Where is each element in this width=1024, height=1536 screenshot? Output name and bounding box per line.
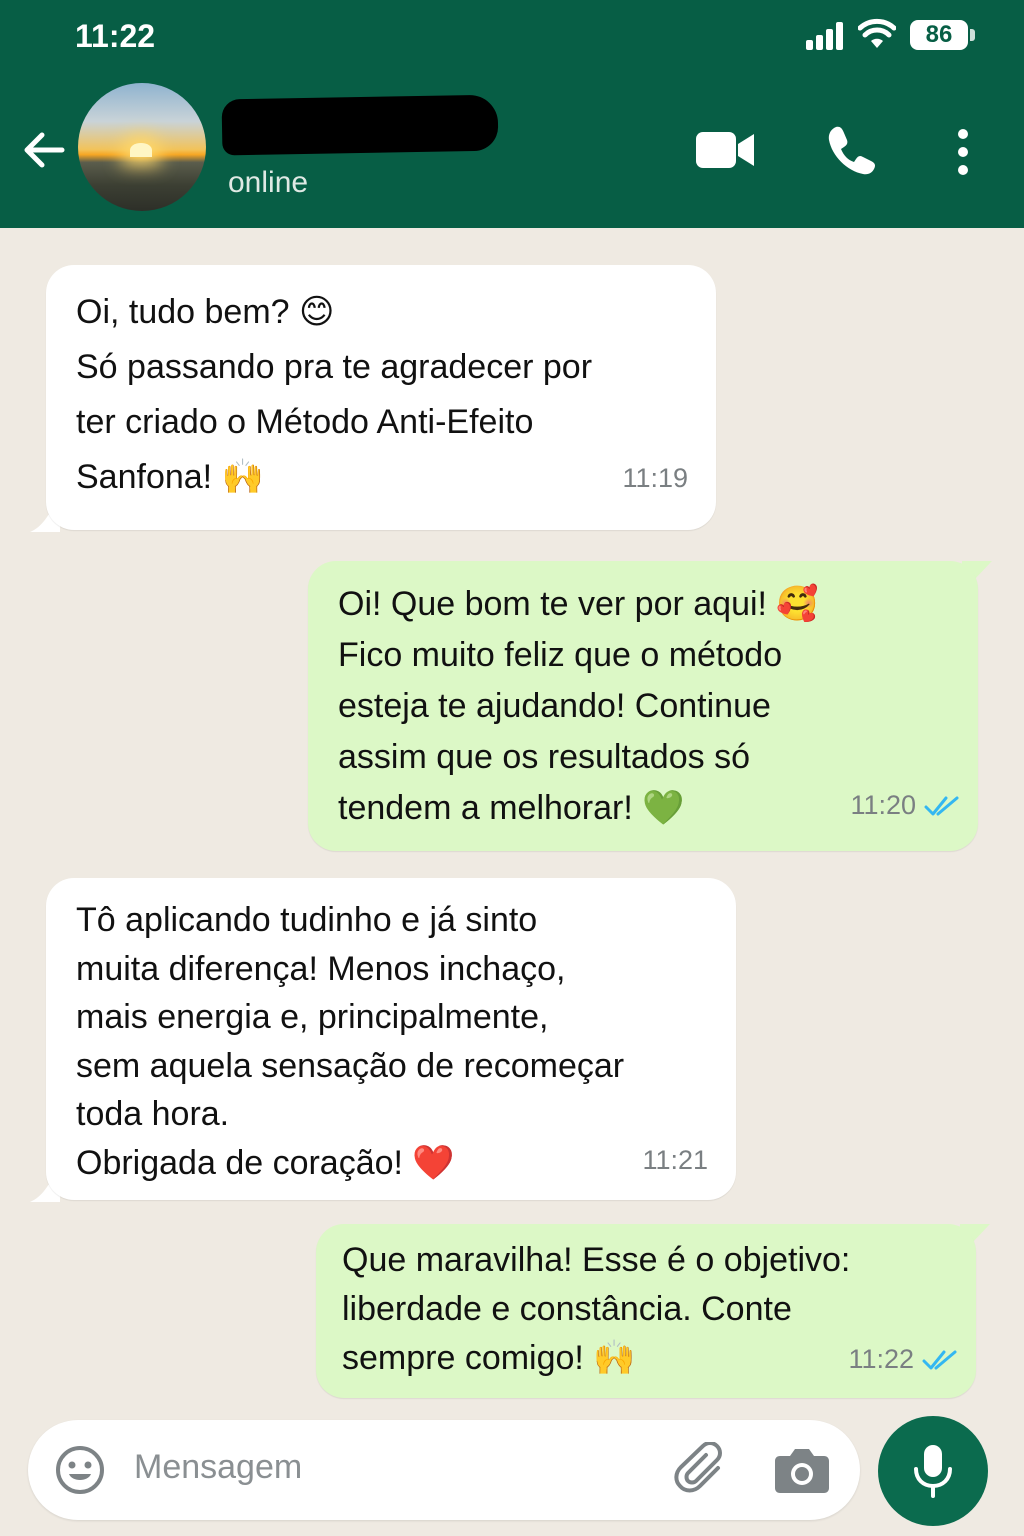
message-composer[interactable]: Mensagem [28,1420,860,1520]
voice-message-button[interactable] [878,1416,988,1526]
presence-status: online [228,166,309,199]
more-vert-icon[interactable] [948,126,978,178]
phone-icon[interactable] [826,124,878,176]
message-bubble-incoming[interactable]: Tô aplicando tudinho e já sinto muita di… [46,878,736,1200]
mic-icon [914,1445,952,1498]
status-time: 11:22 [75,18,156,54]
avatar-sun [130,143,152,157]
battery-indicator: 86 [910,20,968,50]
message-time: 11:19 [622,463,688,493]
status-bar: 11:22 86 [0,0,1024,75]
message-bubble-incoming[interactable]: Oi, tudo bem? 😊 Só passando pra te agrad… [46,265,716,530]
message-meta: 11:21 [642,1136,708,1185]
emoji-icon[interactable] [54,1444,106,1496]
message-bubble-outgoing[interactable]: Oi! Que bom te ver por aqui! 🥰 Fico muit… [308,561,978,851]
attach-icon[interactable] [674,1442,730,1498]
back-arrow-icon[interactable] [22,128,66,172]
video-call-icon[interactable] [694,128,756,172]
message-list[interactable]: Oi, tudo bem? 😊 Só passando pra te agrad… [0,228,1024,1418]
wifi-icon [858,18,896,48]
message-text: Oi, tudo bem? 😊 Só passando pra te agrad… [76,293,593,496]
message-meta: 11:19 [622,451,688,506]
message-meta: 11:20 [850,780,960,831]
message-text: Tô aplicando tudinho e já sinto muita di… [76,901,625,1182]
read-ticks-icon [922,1350,957,1369]
message-time: 11:22 [848,1344,914,1374]
message-input[interactable]: Mensagem [134,1448,302,1487]
contact-avatar[interactable] [78,83,206,211]
contact-name-redacted[interactable] [221,94,499,156]
message-time: 11:20 [850,790,916,820]
camera-icon[interactable] [774,1444,830,1496]
battery-tip [970,29,975,41]
chat-header: 11:22 86 online [0,0,1024,228]
cellular-signal-icon [806,22,843,50]
read-ticks-icon [924,796,959,815]
message-time: 11:21 [642,1144,708,1175]
message-bubble-outgoing[interactable]: Que maravilha! Esse é o objetivo: liberd… [316,1224,976,1398]
message-meta: 11:22 [848,1335,958,1384]
